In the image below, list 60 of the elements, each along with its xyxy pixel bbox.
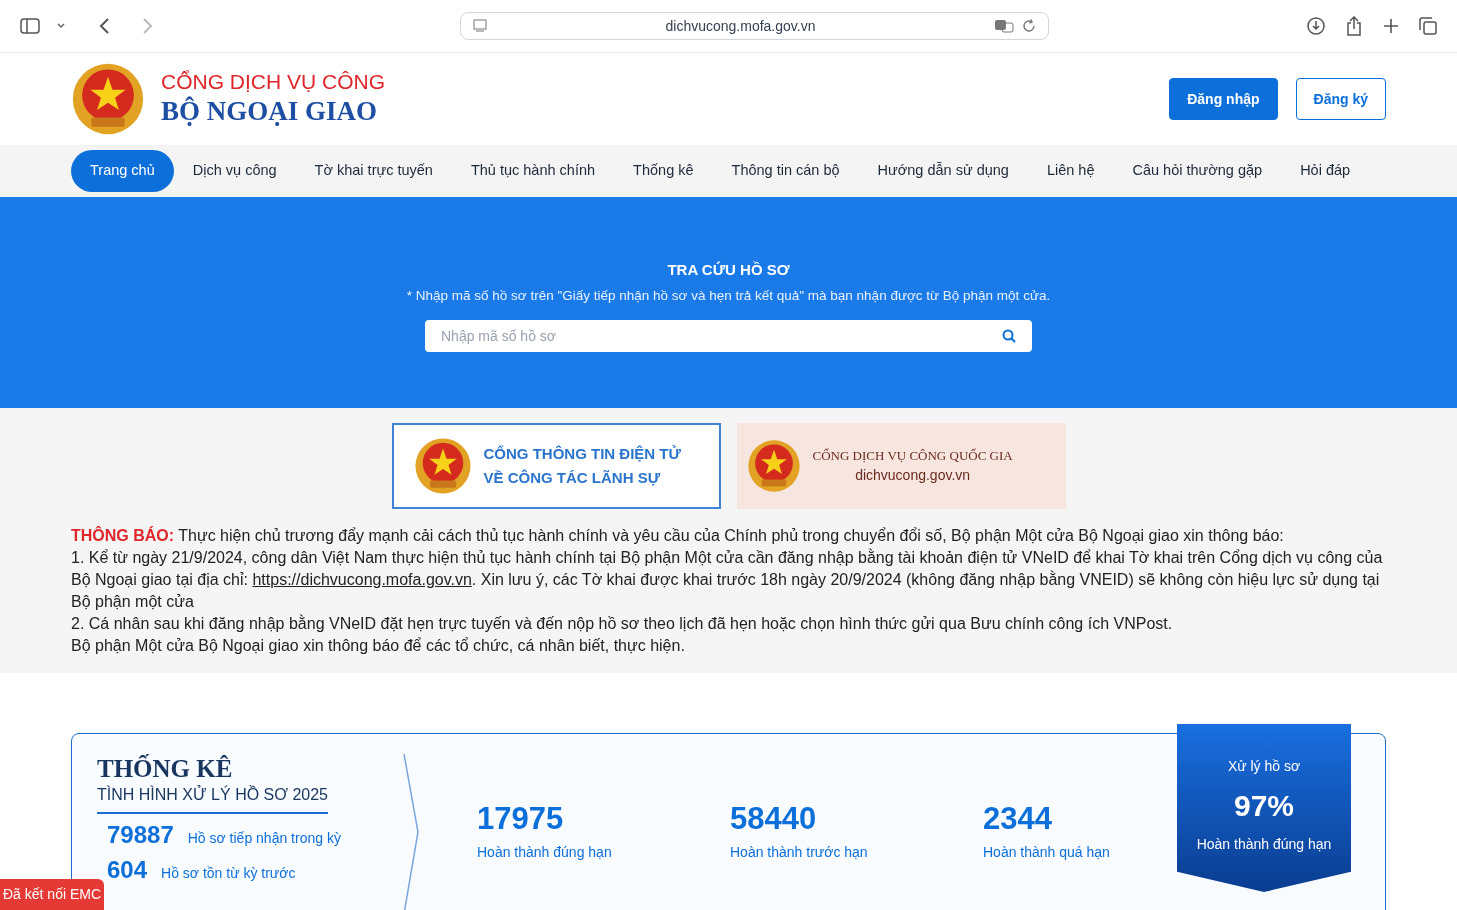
nav-tab[interactable]: Câu hỏi thường gặp — [1113, 150, 1282, 192]
emblem-icon — [746, 439, 801, 493]
back-icon[interactable] — [98, 17, 110, 35]
stat-number: 604 — [107, 857, 148, 883]
stat-label: Hồ sơ tồn từ kỳ trước — [161, 864, 296, 883]
search-field[interactable]: Nhập mã số hồ sơ — [425, 319, 1032, 352]
nav-tab[interactable]: Hướng dẫn sử dụng — [858, 150, 1028, 192]
download-icon[interactable] — [1307, 17, 1325, 35]
search-title: TRA CỨU HỒ SƠ — [667, 260, 790, 280]
nav-tab[interactable]: Trang chủ — [71, 150, 174, 192]
translate-icon[interactable] — [994, 19, 1014, 33]
result-number: 58440 — [730, 802, 817, 836]
share-icon[interactable] — [1345, 16, 1363, 36]
result-number: 17975 — [477, 802, 564, 836]
emblem-icon — [413, 437, 472, 495]
chevron-divider-icon — [402, 754, 422, 910]
stats-subtitle: TÌNH HÌNH XỬ LÝ HỒ SƠ 2025 — [97, 784, 328, 814]
nav-tab[interactable]: Dịch vụ công — [173, 150, 296, 192]
tabs-icon[interactable] — [1419, 17, 1437, 35]
notice-item: 1. Kể từ ngày 21/9/2024, công dân Việt Nam thực hiện thủ tục hành chính tại Bộ phận Một cửa cần đăng nhập bằng tài khoản điện tử VNeID để khai Tờ khai trên Cổng dịch vụ công của Bộ Ngoại giao tại địa chỉ: https://dichvucong.mofa.gov.vn. Xin lưu ý, các Tờ khai được khai trước 18h ngày 20/9/2024 (không đăng nhập bằng VNEID) sẽ không còn hiệu lực sử dụng tại Bộ phận một cửa — [71, 547, 1384, 612]
reload-icon[interactable] — [1022, 19, 1036, 33]
result-label: Hoàn thành đúng hạn — [477, 843, 612, 862]
result-label: Hoàn thành quá hạn — [983, 843, 1110, 862]
chevron-down-icon[interactable] — [56, 22, 66, 30]
ribbon-label: Hoàn thành đúng hạn — [1196, 835, 1332, 854]
nav-tab[interactable]: Thông tin cán bộ — [712, 150, 859, 192]
result-label: Hoàn thành trước hạn — [730, 843, 868, 862]
consular-portal-banner[interactable]: CỔNG THÔNG TIN ĐIỆN TỬ VỀ CÔNG TÁC LÃNH SỰ — [391, 423, 721, 509]
ribbon-caption: Xử lý hồ sơ — [1227, 757, 1301, 776]
search-icon[interactable] — [1002, 328, 1016, 343]
url-text: dichvucong.mofa.gov.vn — [664, 16, 817, 36]
notice-link[interactable]: https://dichvucong.mofa.gov.vn — [252, 571, 472, 588]
notice-intro: THÔNG BÁO: Thực hiện chủ trương đẩy mạnh cải cách thủ tục hành chính và yêu cầu của Chính phủ trong chuyển đổi số, Bộ phận Một cửa Bộ Ngoại giao xin thông báo: — [71, 525, 1285, 546]
stat-label: Hồ sơ tiếp nhận trong kỳ — [187, 829, 341, 848]
auth-button[interactable]: Đăng ký — [1295, 78, 1386, 120]
search-hint: * Nhập mã số hồ sơ trên "Giấy tiếp nhận hồ sơ và hẹn trả kết quả" mà bạn nhận được từ Bộ phận một cửa. — [406, 286, 1051, 305]
plus-icon[interactable] — [1383, 18, 1399, 34]
sidebar-icon[interactable] — [20, 18, 40, 34]
stat-number: 79887 — [107, 822, 174, 848]
nav-tab[interactable]: Liên hệ — [1027, 150, 1114, 192]
nav-tab[interactable]: Tờ khai trực tuyến — [295, 150, 452, 192]
ribbon-value: 97% — [1233, 788, 1294, 824]
connection-badge: Đã kết nối EMC — [0, 879, 105, 910]
logo-subtitle: CỔNG DỊCH VỤ CÔNG — [161, 69, 385, 95]
page-icon — [473, 19, 487, 33]
banner-subtitle: VỀ CÔNG TÁC LÃNH SỰ — [483, 468, 662, 488]
banner-subtitle: dichvucong.gov.vn — [855, 466, 971, 486]
auth-button[interactable]: Đăng nhập — [1169, 78, 1278, 120]
notice-item: 2. Cá nhân sau khi đăng nhập bằng VNeID đặt hẹn trực tuyến và đến nộp hồ sơ theo lịch đã hẹn hoặc chọn hình thức gửi qua Bưu chính công ích VNPost. — [71, 613, 1174, 634]
nav-tab[interactable]: Thủ tục hành chính — [451, 150, 615, 192]
notice-closing: Bộ phận Một cửa Bộ Ngoại giao xin thông báo để các tổ chức, cá nhân biết, thực hiện. — [71, 636, 686, 656]
banner-title: CỔNG DỊCH VỤ CÔNG QUỐC GIA — [812, 446, 1013, 465]
national-portal-banner[interactable]: CỔNG DỊCH VỤ CÔNG QUỐC GIA dichvucong.gov.vn — [736, 423, 1066, 509]
nav-tab[interactable]: Thống kê — [614, 150, 713, 192]
address-bar[interactable]: dichvucong.mofa.gov.vn — [460, 12, 1049, 40]
result-number: 2344 — [983, 802, 1052, 836]
banner-title: CỔNG THÔNG TIN ĐIỆN TỬ — [483, 444, 681, 464]
stats-title: THỐNG KÊ — [97, 754, 234, 784]
logo-title: BỘ NGOẠI GIAO — [161, 95, 379, 129]
nav-tab[interactable]: Hỏi đáp — [1281, 150, 1370, 192]
